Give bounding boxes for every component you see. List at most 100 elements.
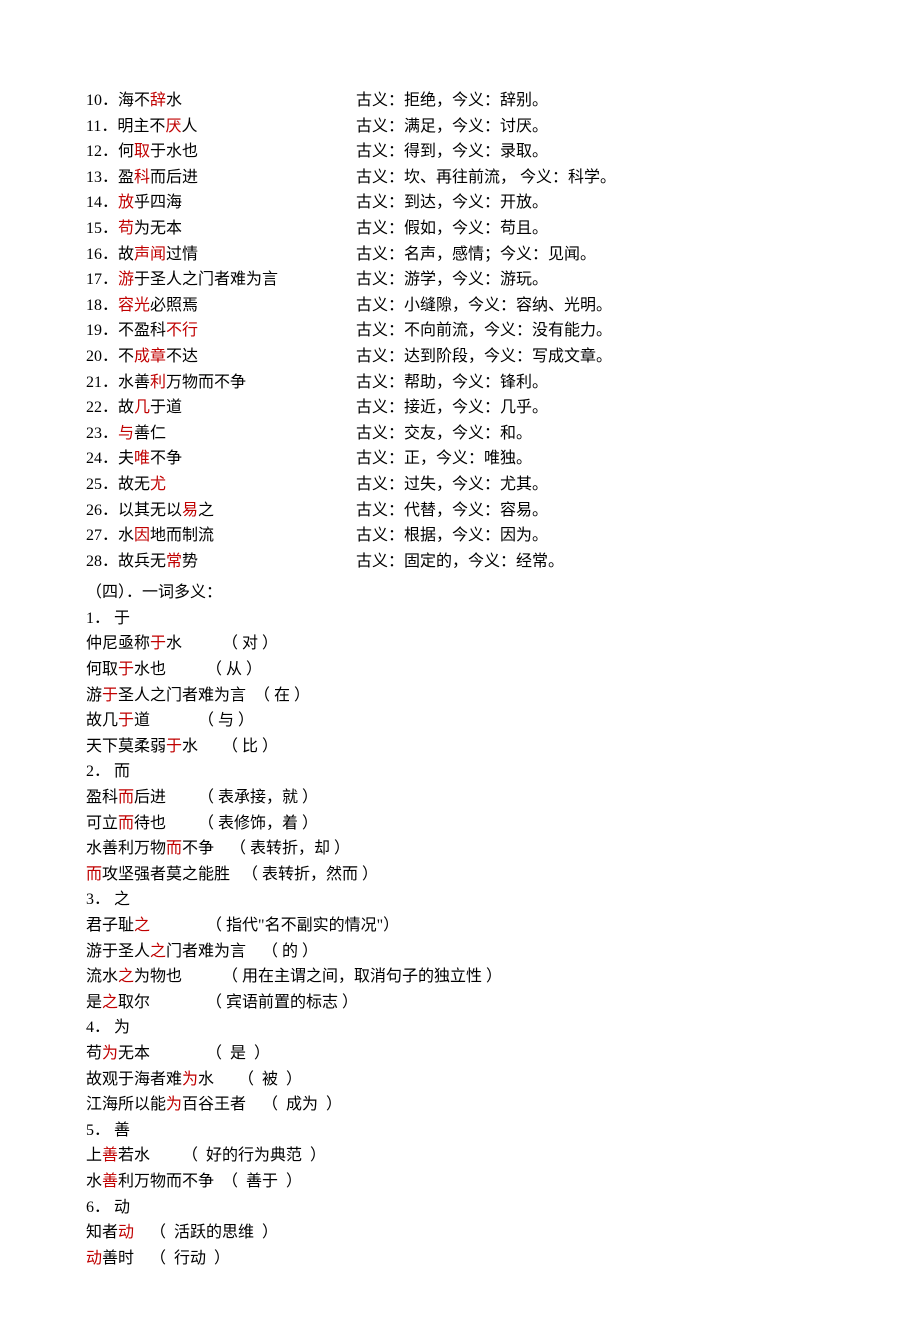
usage-gloss: （ 表转折，然而 ）	[242, 862, 378, 888]
usage-post: 水	[166, 631, 182, 657]
item-term: 27．水因地而制流	[86, 523, 356, 549]
item-definition: 古义：满足，今义：讨厌。	[356, 114, 548, 140]
usage-post: 攻坚强者莫之能胜	[102, 862, 230, 888]
item-keyword: 容光	[118, 297, 150, 314]
vocab-item: 27．水因地而制流古义：根据，今义：因为。	[86, 523, 834, 549]
item-post: 地而制流	[150, 527, 214, 544]
usage-row: 游于圣人之门者难为言 （ 在 ）	[86, 683, 834, 709]
usage-gloss: （ 被 ）	[238, 1067, 302, 1093]
item-term: 22．故几于道	[86, 395, 356, 421]
usage-row: 水善利万物而不争 （ 善于 ）	[86, 1169, 834, 1195]
item-term: 18．容光必照焉	[86, 293, 356, 319]
item-post: 过情	[166, 246, 198, 263]
item-keyword: 尤	[150, 476, 166, 493]
usage-gloss: （ 行动 ）	[150, 1246, 230, 1272]
item-term: 26．以其无以易之	[86, 498, 356, 524]
item-keyword: 声闻	[134, 246, 166, 263]
item-term: 10．海不辞水	[86, 88, 356, 114]
item-term: 11．明主不厌人	[86, 114, 356, 140]
usage-pad	[150, 913, 206, 939]
usage-pre: 流水	[86, 964, 118, 990]
usage-keyword: 动	[118, 1220, 134, 1246]
usage-pre: 水善利万物	[86, 836, 166, 862]
usage-gloss: （ 与 ）	[198, 708, 254, 734]
usage-keyword: 于	[150, 631, 166, 657]
item-term: 12．何取于水也	[86, 139, 356, 165]
usage-post: 若水	[118, 1143, 150, 1169]
usage-post: 道	[134, 708, 150, 734]
group-heading: 5． 善	[86, 1118, 834, 1144]
usage-row: 天下莫柔弱于水 （ 比 ）	[86, 734, 834, 760]
usage-gloss: （ 用在主谓之间，取消句子的独立性 ）	[222, 964, 502, 990]
item-number: 15．	[86, 220, 118, 237]
usage-pre: 游于圣人	[86, 939, 150, 965]
usage-gloss: （ 活跃的思维 ）	[150, 1220, 278, 1246]
vocab-item: 15．苟为无本古义：假如，今义：苟且。	[86, 216, 834, 242]
item-definition: 古义：到达，今义：开放。	[356, 190, 548, 216]
item-post: 乎四海	[134, 194, 182, 211]
item-definition: 古义：坎、再往前流， 今义：科学。	[356, 165, 616, 191]
item-post: 为无本	[134, 220, 182, 237]
usage-pad	[166, 657, 206, 683]
group-heading: 4． 为	[86, 1015, 834, 1041]
vocab-item: 16．故声闻过情古义：名声，感情；今义：见闻。	[86, 242, 834, 268]
item-definition: 古义：达到阶段，今义：写成文章。	[356, 344, 612, 370]
usage-row: 江海所以能为百谷王者 （ 成为 ）	[86, 1092, 834, 1118]
usage-row: 知者动 （ 活跃的思维 ）	[86, 1220, 834, 1246]
item-definition: 古义：拒绝，今义：辞别。	[356, 88, 548, 114]
usage-gloss: （ 指代"名不副实的情况"）	[206, 913, 399, 939]
item-number: 16．	[86, 246, 118, 263]
usage-pre: 上	[86, 1143, 102, 1169]
usage-pre: 故几	[86, 708, 118, 734]
item-keyword: 常	[166, 553, 182, 570]
vocab-item: 28．故兵无常势古义：固定的，今义：经常。	[86, 549, 834, 575]
usage-post: 善时	[102, 1246, 134, 1272]
group-heading: 6． 动	[86, 1195, 834, 1221]
item-term: 15．苟为无本	[86, 216, 356, 242]
item-keyword: 不行	[166, 322, 198, 339]
item-post: 而后进	[150, 169, 198, 186]
item-keyword: 放	[118, 194, 134, 211]
usage-gloss: （ 成为 ）	[262, 1092, 342, 1118]
item-number: 27．	[86, 527, 118, 544]
usage-keyword: 为	[182, 1067, 198, 1093]
usage-row: 动善时 （ 行动 ）	[86, 1246, 834, 1272]
item-keyword: 唯	[134, 450, 150, 467]
usage-pad	[150, 1143, 182, 1169]
usage-pad	[246, 1092, 262, 1118]
usage-post: 百谷王者	[182, 1092, 246, 1118]
usage-pre: 苟	[86, 1041, 102, 1067]
item-keyword: 厌	[165, 118, 181, 135]
usage-keyword: 于	[118, 708, 134, 734]
item-post: 于水也	[150, 143, 198, 160]
vocab-item: 26．以其无以易之古义：代替，今义：容易。	[86, 498, 834, 524]
usage-pre: 可立	[86, 811, 118, 837]
usage-row: 仲尼亟称于水 （ 对 ）	[86, 631, 834, 657]
item-keyword: 成章	[134, 348, 166, 365]
item-number: 18．	[86, 297, 118, 314]
usage-keyword: 为	[166, 1092, 182, 1118]
usage-post: 取尔	[118, 990, 150, 1016]
vocab-item: 22．故几于道古义：接近，今义：几乎。	[86, 395, 834, 421]
item-definition: 古义：名声，感情；今义：见闻。	[356, 242, 596, 268]
item-post: 必照焉	[150, 297, 198, 314]
usage-row: 盈科而后进 （ 表承接，就 ）	[86, 785, 834, 811]
usage-gloss: （ 是 ）	[206, 1041, 270, 1067]
usage-gloss: （ 表修饰，着 ）	[198, 811, 318, 837]
usage-gloss: （ 从 ）	[206, 657, 262, 683]
usage-row: 故几于道 （ 与 ）	[86, 708, 834, 734]
item-post: 之	[198, 502, 214, 519]
item-pre: 以其无以	[118, 502, 182, 519]
document-page: 10．海不辞水古义：拒绝，今义：辞别。11．明主不厌人古义：满足，今义：讨厌。1…	[0, 0, 920, 1331]
vocab-item: 10．海不辞水古义：拒绝，今义：辞别。	[86, 88, 834, 114]
usage-pad	[150, 990, 206, 1016]
usage-row: 何取于水也 （ 从 ）	[86, 657, 834, 683]
item-term: 16．故声闻过情	[86, 242, 356, 268]
usage-keyword: 善	[102, 1143, 118, 1169]
usage-post: 无本	[118, 1041, 150, 1067]
vocab-item: 11．明主不厌人古义：满足，今义：讨厌。	[86, 114, 834, 140]
usage-gloss: （ 好的行为典范 ）	[182, 1143, 326, 1169]
usage-keyword: 为	[102, 1041, 118, 1067]
item-keyword: 因	[134, 527, 150, 544]
item-definition: 古义：根据，今义：因为。	[356, 523, 548, 549]
